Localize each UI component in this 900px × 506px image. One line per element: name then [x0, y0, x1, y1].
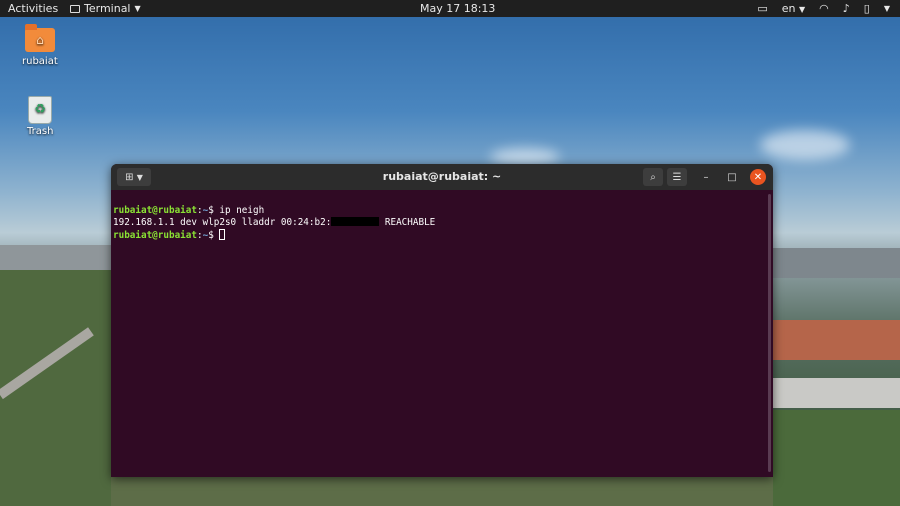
app-menu-terminal[interactable]: Terminal ▼ — [70, 2, 141, 15]
prompt-user: rubaiat@rubaiat — [113, 205, 197, 216]
battery-icon[interactable]: ▯ — [864, 2, 870, 15]
desktop-icon-label: rubaiat — [22, 56, 58, 67]
prompt-symbol: $ — [208, 230, 220, 241]
search-button[interactable]: ⌕ — [643, 168, 663, 186]
chevron-down-icon: ▼ — [134, 4, 141, 13]
desktop-home-folder[interactable]: ⌂ rubaiat — [22, 24, 58, 67]
close-icon: ✕ — [753, 171, 763, 183]
activities-button[interactable]: Activities — [8, 2, 58, 15]
system-tray: ▭ en ▼ ◠ ♪ ▯ ▼ — [757, 2, 890, 15]
hamburger-menu-icon: ☰ — [672, 171, 682, 183]
menu-button[interactable]: ☰ — [667, 168, 687, 186]
prompt-user: rubaiat@rubaiat — [113, 230, 197, 241]
language-label: en — [781, 2, 796, 15]
output-text: 192.168.1.1 dev wlp2s0 lladdr 00:24:b2: — [113, 217, 332, 228]
prompt-symbol: $ — [208, 205, 220, 216]
system-menu-chevron-icon[interactable]: ▼ — [884, 4, 890, 13]
terminal-window[interactable]: ⊞ ▼ rubaiat@rubaiat: ~ ⌕ ☰ – □ ✕ rubaiat… — [111, 164, 773, 477]
terminal-line: 192.168.1.1 dev wlp2s0 lladdr 00:24:b2: … — [113, 217, 771, 229]
chevron-down-icon: ▼ — [798, 5, 806, 14]
trash-icon: ♻ — [28, 96, 53, 124]
app-menu-label: Terminal — [84, 2, 131, 15]
terminal-output[interactable]: rubaiat@rubaiat:~$ ip neigh 192.168.1.1 d… — [111, 190, 773, 269]
terminal-app-icon — [70, 4, 80, 13]
text-cursor — [219, 229, 226, 240]
wifi-icon[interactable]: ◠ — [819, 2, 829, 15]
language-selector[interactable]: en ▼ — [782, 2, 805, 15]
terminal-scrollbar[interactable] — [768, 194, 771, 472]
home-folder-icon: ⌂ — [24, 24, 55, 52]
desktop-icon-label: Trash — [27, 126, 54, 137]
minimize-icon: – — [703, 171, 709, 183]
terminal-titlebar[interactable]: ⊞ ▼ rubaiat@rubaiat: ~ ⌕ ☰ – □ ✕ — [111, 164, 773, 190]
clock-datetime[interactable]: May 17 18:13 — [420, 2, 495, 15]
maximize-button[interactable]: □ — [724, 169, 740, 185]
output-text: REACHABLE — [379, 217, 436, 228]
terminal-line: rubaiat@rubaiat:~$ ip neigh — [113, 205, 771, 217]
volume-icon[interactable]: ♪ — [843, 2, 850, 15]
top-bar: Activities Terminal ▼ May 17 18:13 ▭ en … — [0, 0, 900, 17]
minimize-button[interactable]: – — [698, 169, 714, 185]
terminal-line: rubaiat@rubaiat:~$ — [113, 229, 771, 242]
desktop-trash[interactable]: ♻ Trash — [27, 96, 53, 137]
redacted-block — [331, 217, 380, 226]
search-icon: ⌕ — [650, 171, 656, 183]
screen-display-icon[interactable]: ▭ — [757, 2, 767, 15]
maximize-icon: □ — [727, 171, 737, 183]
command-text: ip neigh — [219, 205, 265, 216]
close-button[interactable]: ✕ — [750, 169, 766, 185]
